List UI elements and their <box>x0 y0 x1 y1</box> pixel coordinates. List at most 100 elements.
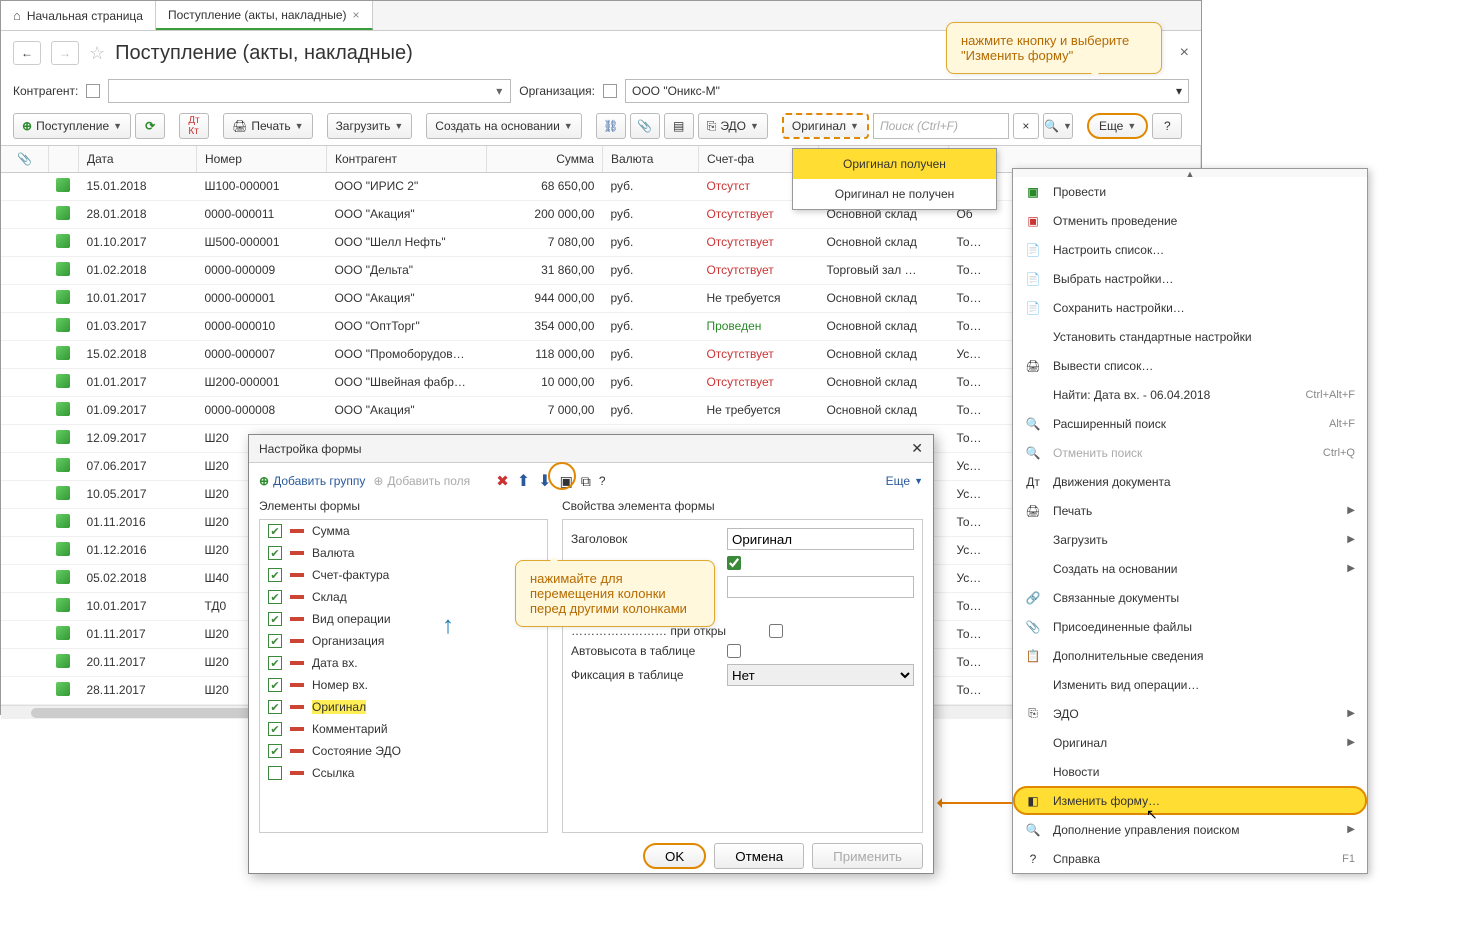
edo-button[interactable]: ⎘ЭДО▼ <box>698 113 768 139</box>
checkbox-icon[interactable] <box>268 766 282 780</box>
menu-item[interactable]: Создать на основании▶ <box>1013 554 1367 583</box>
checkbox-icon[interactable]: ✔ <box>268 700 282 714</box>
col-nomer[interactable]: Номер <box>196 146 326 172</box>
form-element-item[interactable]: ✔ Дата вх. <box>260 652 547 674</box>
close-page-button[interactable]: × <box>1180 44 1189 62</box>
tab-home[interactable]: ⌂ Начальная страница <box>1 1 156 30</box>
checkbox-icon[interactable]: ✔ <box>268 568 282 582</box>
prop-checkbox-1[interactable] <box>727 556 741 570</box>
linked-button[interactable]: ⛓ <box>596 113 626 139</box>
kontragent-checkbox[interactable] <box>86 84 100 98</box>
dtkt-button[interactable]: ДтКт <box>179 113 209 139</box>
form-element-item[interactable]: ✔ Организация <box>260 630 547 652</box>
form-element-item[interactable]: ✔ Валюта <box>260 542 547 564</box>
checkbox-icon[interactable]: ✔ <box>268 634 282 648</box>
menu-item[interactable]: Установить стандартные настройки <box>1013 322 1367 351</box>
more-button[interactable]: Еще▼ <box>1087 113 1148 139</box>
menu-item[interactable]: 📄Сохранить настройки… <box>1013 293 1367 322</box>
move-up-button[interactable]: ⬆ <box>517 471 530 491</box>
menu-item[interactable]: 🖨Вывести список… <box>1013 351 1367 380</box>
checkbox-icon[interactable]: ✔ <box>268 678 282 692</box>
menu-item-original-not-received[interactable]: Оригинал не получен <box>793 179 996 209</box>
menu-item[interactable]: 📄Выбрать настройки… <box>1013 264 1367 293</box>
menu-item[interactable]: Изменить вид операции… <box>1013 670 1367 699</box>
help-icon[interactable]: ? <box>599 474 606 488</box>
prop-input-2[interactable] <box>727 576 914 598</box>
form-element-item[interactable]: ✔ Вид операции <box>260 608 547 630</box>
menu-item[interactable]: 📋Дополнительные сведения <box>1013 641 1367 670</box>
form-element-item[interactable]: ✔ Номер вх. <box>260 674 547 696</box>
menu-item[interactable]: ◧Изменить форму… <box>1013 786 1367 815</box>
search-clear-button[interactable]: × <box>1013 113 1039 139</box>
menu-item[interactable]: 🖨Печать▶ <box>1013 496 1367 525</box>
menu-item[interactable]: Оригинал▶ <box>1013 728 1367 757</box>
apply-button[interactable]: Применить <box>812 843 923 869</box>
menu-item[interactable]: 📄Настроить список… <box>1013 235 1367 264</box>
cancel-button[interactable]: Отмена <box>714 843 804 869</box>
col-summa[interactable]: Сумма <box>486 146 602 172</box>
form-element-item[interactable]: ✔ Склад <box>260 586 547 608</box>
ok-button[interactable]: OK <box>643 843 706 869</box>
col-valuta[interactable]: Валюта <box>602 146 698 172</box>
attach-button[interactable]: 📎 <box>630 113 660 139</box>
checkbox-icon[interactable]: ✔ <box>268 546 282 560</box>
menu-item[interactable]: Найти: Дата вх. - 06.04.2018Ctrl+Alt+F <box>1013 380 1367 409</box>
fixation-select[interactable]: Нет <box>727 664 914 686</box>
form-element-item[interactable]: ✔ Счет-фактура <box>260 564 547 586</box>
search-button[interactable]: 🔍▼ <box>1043 113 1073 139</box>
print-button[interactable]: 🖨Печать▼ <box>223 113 312 139</box>
checkbox-icon[interactable]: ✔ <box>268 722 282 736</box>
favorite-icon[interactable]: ☆ <box>89 43 105 64</box>
form-element-item[interactable]: ✔ Комментарий <box>260 718 547 740</box>
dialog-more-button[interactable]: Еще ▼ <box>886 474 923 488</box>
form-element-item[interactable]: Ссылка <box>260 762 547 784</box>
list-button[interactable]: ▤ <box>664 113 694 139</box>
create-based-button[interactable]: Создать на основании▼ <box>426 113 581 139</box>
form-element-item[interactable]: ✔ Сумма <box>260 520 547 542</box>
form-elements-list[interactable]: ✔ Сумма✔ Валюта✔ Счет-фактура✔ Склад✔ Ви… <box>259 519 548 833</box>
menu-item[interactable]: Загрузить▶ <box>1013 525 1367 554</box>
refresh-button[interactable]: ⟳ <box>135 113 165 139</box>
search-input[interactable]: Поиск (Ctrl+F) <box>873 113 1009 139</box>
prop-checkbox-2[interactable] <box>769 624 783 638</box>
autoheight-checkbox[interactable] <box>727 644 741 658</box>
close-icon[interactable]: × <box>353 8 360 22</box>
checkbox-icon[interactable]: ✔ <box>268 590 282 604</box>
move-down-button[interactable]: ⬇ <box>538 471 551 491</box>
org-checkbox[interactable] <box>603 84 617 98</box>
tab-postuplenie[interactable]: Поступление (акты, накладные) × <box>156 1 373 30</box>
add-fields-button[interactable]: ⊕Добавить поля <box>373 474 470 488</box>
menu-item[interactable]: Новости <box>1013 757 1367 786</box>
expand-icon[interactable]: ▣ <box>560 473 573 490</box>
menu-item[interactable]: ▣Отменить проведение <box>1013 206 1367 235</box>
checkbox-icon[interactable]: ✔ <box>268 524 282 538</box>
add-group-button[interactable]: ⊕Добавить группу <box>259 474 365 488</box>
menu-item[interactable]: ▣Провести <box>1013 177 1367 206</box>
load-button[interactable]: Загрузить▼ <box>327 113 413 139</box>
col-kontragent[interactable]: Контрагент <box>326 146 486 172</box>
menu-item[interactable]: 🔍Отменить поискCtrl+Q <box>1013 438 1367 467</box>
menu-item-original-received[interactable]: Оригинал получен <box>793 149 996 179</box>
postuplenie-button[interactable]: ⊕Поступление▼ <box>13 113 131 139</box>
org-select[interactable]: ООО "Оникс-М" ▾ <box>625 79 1189 103</box>
checkbox-icon[interactable]: ✔ <box>268 656 282 670</box>
menu-item[interactable]: ДтДвижения документа <box>1013 467 1367 496</box>
menu-item[interactable]: 🔍Расширенный поискAlt+F <box>1013 409 1367 438</box>
nav-fwd-button[interactable]: → <box>51 41 79 65</box>
help-button[interactable]: ? <box>1152 113 1182 139</box>
col-date[interactable]: Дата <box>78 146 196 172</box>
form-element-item[interactable]: ✔ Состояние ЭДО <box>260 740 547 762</box>
form-element-item[interactable]: ✔ Оригинал <box>260 696 547 718</box>
menu-item[interactable]: 🔗Связанные документы <box>1013 583 1367 612</box>
menu-item[interactable]: ⎘ЭДО▶ <box>1013 699 1367 728</box>
menu-item[interactable]: 📎Присоединенные файлы <box>1013 612 1367 641</box>
checkbox-icon[interactable]: ✔ <box>268 612 282 626</box>
copy-icon[interactable]: ⧉ <box>581 473 591 490</box>
menu-item[interactable]: 🔍Дополнение управления поиском▶ <box>1013 815 1367 844</box>
kontragent-select[interactable]: ▾ <box>108 79 511 103</box>
nav-back-button[interactable]: ← <box>13 41 41 65</box>
delete-icon[interactable]: ✖ <box>496 472 509 490</box>
original-button[interactable]: Оригинал▼ <box>782 113 869 139</box>
menu-item[interactable]: ?СправкаF1 <box>1013 844 1367 873</box>
dialog-close-button[interactable]: ✕ <box>911 440 923 457</box>
